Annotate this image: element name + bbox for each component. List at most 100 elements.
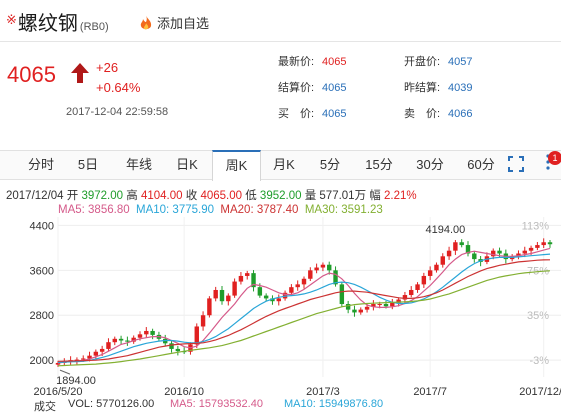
candle-body (144, 330, 149, 335)
candle-body (194, 326, 199, 345)
candle-body (175, 348, 181, 352)
field-label: 卖 价: (404, 108, 441, 120)
vol-value: VOL: 5770126.00 (68, 398, 155, 410)
tab-0[interactable]: 分时 (22, 151, 60, 179)
candle-body (150, 330, 155, 335)
fields_left-row: 最新价: 4065 (278, 53, 346, 79)
candle-body (213, 289, 218, 299)
candle-body (219, 289, 225, 302)
field-value: 4066 (448, 108, 473, 120)
price-change: +26 +0.64% (96, 58, 140, 98)
pct-tick-label: 35% (527, 310, 549, 322)
period-tabs: 分时 5日 年线 日K 周K 月K 5分 15分 30分 60分 (0, 150, 561, 181)
latest-price: 4065 (7, 62, 56, 87)
change-value: +26 (96, 60, 119, 75)
vol-ma5-value: MA5: 15793532.40 (170, 398, 263, 410)
x-tick-label: 2017/3 (306, 386, 340, 395)
field-label: 昨结算: (404, 82, 441, 94)
candle-body (125, 340, 130, 342)
y-tick-label: 4400 (30, 220, 54, 232)
candle-body (320, 264, 326, 268)
fields_left-row: 买 价: 4065 (278, 105, 346, 131)
kline-chart[interactable]: 4400 113%3600 75%2800 35%2000 -3%2016/5/20 20… (0, 215, 561, 395)
candle-body (314, 267, 319, 271)
close-value: 4065.00 (200, 190, 243, 202)
candle-body (459, 242, 464, 246)
field-value: 4057 (448, 56, 473, 68)
candle-body (364, 306, 370, 310)
tab-7[interactable]: 15分 (356, 151, 402, 179)
candle-body (522, 250, 527, 254)
volume-label: 量 (304, 190, 317, 202)
amplitude-value: 2.21% (384, 190, 417, 202)
tab-6[interactable]: 5分 (311, 151, 349, 179)
candle-body (226, 295, 231, 302)
candle-body (541, 242, 546, 246)
pct-tick-label: -3% (529, 355, 549, 367)
candle-body (245, 273, 250, 276)
candle-body (99, 348, 105, 352)
candle-body (453, 242, 458, 251)
field-value: 4065 (322, 56, 347, 68)
tab-2[interactable]: 年线 (113, 151, 165, 179)
volume-info: 成交 VOL: 5770126.00 MA5: 15793532.40 MA10… (0, 396, 561, 413)
candle-body (535, 245, 540, 248)
tab-3[interactable]: 日K (167, 151, 207, 179)
candle-body (421, 275, 427, 285)
candle-body (301, 278, 307, 285)
ma-line-ma20 (57, 259, 551, 362)
candle-body (446, 250, 452, 257)
tab-1[interactable]: 5日 (69, 151, 107, 179)
candle-body (93, 351, 99, 356)
quote-time: 2017-12-04 22:59:58 (66, 106, 169, 118)
vol-ma10-value: MA10: 15949876.80 (284, 398, 384, 410)
candle-body (257, 287, 263, 296)
candle-body (547, 242, 553, 245)
fullscreen-icon[interactable] (508, 156, 524, 172)
candle-body (415, 284, 420, 290)
candle-body (327, 264, 332, 271)
candle-body (383, 304, 389, 307)
fire-icon (140, 15, 152, 30)
tab-9[interactable]: 60分 (458, 151, 504, 179)
candle-body (238, 275, 244, 282)
fields_left-row: 结算价: 4065 (278, 79, 346, 105)
fields_right-row: 昨结算: 4039 (404, 79, 472, 105)
tab-4[interactable]: 周K (212, 150, 261, 181)
y-tick-label: 2800 (30, 310, 54, 322)
field-value: 4065 (322, 82, 347, 94)
y-tick-label: 3600 (30, 265, 54, 277)
low-label: 低 (245, 190, 257, 202)
candle-body (339, 284, 345, 305)
high-label: 高 (126, 190, 138, 202)
field-label: 结算价: (278, 82, 315, 94)
candle-body (440, 256, 445, 265)
x-tick-label: 2017/12/4 (519, 386, 561, 395)
high-value: 4104.00 (140, 190, 183, 202)
add-favorite-button[interactable]: 添加自选 (139, 13, 209, 32)
candle-body (289, 287, 294, 293)
candle-body (390, 302, 395, 307)
close-label: 收 (185, 190, 198, 202)
x-tick-label: 2016/5/20 (34, 386, 83, 395)
low-value: 3952.00 (259, 190, 302, 202)
open-value: 3972.00 (81, 190, 124, 202)
tab-5[interactable]: 月K (263, 151, 305, 179)
field-label: 买 价: (278, 108, 315, 120)
info-date: 2017/12/04 (6, 190, 64, 202)
candle-body (352, 309, 357, 313)
candle-body (295, 284, 300, 288)
volume-value: 577.01万 (319, 190, 367, 202)
candle-body (377, 304, 382, 306)
commodity-name: 螺纹钢 (17, 13, 78, 35)
candle-body (137, 334, 143, 338)
candle-body (528, 247, 534, 251)
candle-body (200, 315, 206, 327)
y-tick-label: 2000 (30, 355, 54, 367)
candle-body (427, 270, 433, 276)
ma-line-ma5 (57, 247, 551, 364)
tab-8[interactable]: 30分 (408, 151, 452, 179)
field-value: 4039 (448, 82, 473, 94)
candle-body (106, 342, 111, 349)
field-value: 4065 (322, 108, 347, 120)
